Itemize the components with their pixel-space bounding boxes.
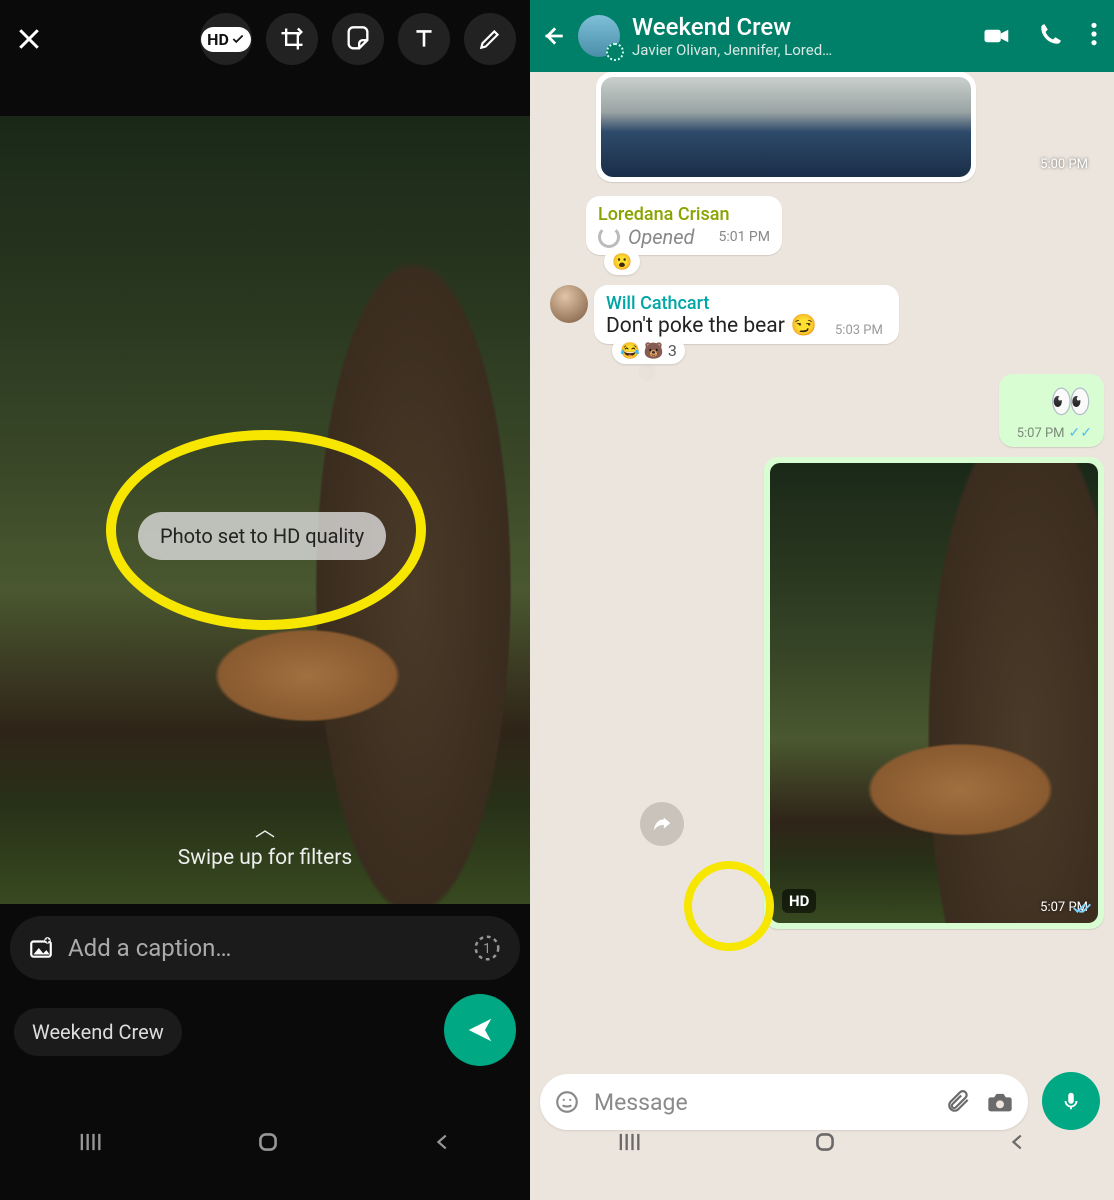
photo-editor-pane: HD Photo set to HD quality ︿ Swipe up fo… — [0, 0, 530, 1200]
system-nav-bar-left — [0, 1084, 530, 1200]
recipient-chip[interactable]: Weekend Crew — [14, 1008, 182, 1056]
home-nav-icon[interactable] — [812, 1129, 838, 1155]
chevron-up-icon: ︿ — [0, 813, 530, 842]
incoming-image-message[interactable]: 5:00 PM — [596, 72, 976, 182]
recents-nav-icon[interactable] — [76, 1128, 104, 1156]
editor-toolbar: HD — [0, 0, 530, 78]
message-time: 5:00 PM — [1040, 157, 1088, 172]
bear-photo-image — [770, 463, 1098, 923]
sender-avatar[interactable] — [550, 285, 588, 323]
text-button[interactable] — [398, 13, 450, 65]
sender-name: Loredana Crisan — [598, 204, 770, 225]
chat-body[interactable]: 5:00 PM Loredana Crisan Opened 5:01 PM 😮… — [530, 72, 1114, 1072]
back-nav-icon[interactable] — [432, 1131, 454, 1153]
recents-nav-icon[interactable] — [615, 1128, 643, 1156]
hd-label: HD — [207, 30, 229, 49]
chat-title: Weekend Crew — [632, 13, 970, 41]
draw-button[interactable] — [464, 13, 516, 65]
reaction-badge[interactable]: 😂 🐻 3 — [612, 337, 685, 364]
chat-title-block[interactable]: Weekend Crew Javier Olivan, Jennifer, Lo… — [632, 13, 970, 59]
opened-status: Opened — [628, 225, 694, 249]
view-once-icon[interactable]: 1 — [472, 933, 502, 963]
message-text: Don't poke the bear — [606, 314, 785, 338]
chat-pane: Weekend Crew Javier Olivan, Jennifer, Lo… — [530, 0, 1114, 1200]
home-nav-icon[interactable] — [255, 1129, 281, 1155]
hd-quality-toast: Photo set to HD quality — [138, 512, 386, 560]
view-once-icon — [598, 226, 620, 248]
send-button[interactable] — [444, 994, 516, 1066]
view-once-opened-message[interactable]: Loredana Crisan Opened 5:01 PM 😮 — [586, 196, 782, 255]
sender-name: Will Cathcart — [606, 293, 883, 314]
chat-subtitle: Javier Olivan, Jennifer, Lored… — [632, 41, 970, 59]
read-ticks-icon: ✓✓ — [1069, 425, 1092, 441]
group-avatar[interactable] — [578, 15, 620, 57]
message-time: 5:03 PM — [835, 323, 883, 338]
outgoing-image-message[interactable]: HD 5:07 PM — [764, 457, 1104, 929]
eyes-emoji: 👀 — [1050, 382, 1092, 422]
chat-header: Weekend Crew Javier Olivan, Jennifer, Lo… — [530, 0, 1114, 72]
add-photo-icon — [28, 935, 54, 961]
close-button[interactable] — [14, 24, 44, 54]
voice-call-button[interactable] — [1038, 21, 1064, 51]
caption-input[interactable]: Add a caption… 1 — [10, 916, 520, 980]
status-ring-icon — [606, 43, 624, 61]
swipe-up-hint[interactable]: ︿ Swipe up for filters — [0, 813, 530, 870]
outgoing-emoji-message[interactable]: 👀 5:07 PM ✓✓ — [999, 374, 1104, 447]
more-menu-button[interactable] — [1090, 21, 1098, 51]
back-nav-icon[interactable] — [1007, 1131, 1029, 1153]
text-message[interactable]: Will Cathcart Don't poke the bear 😏 5:03… — [594, 285, 899, 344]
message-time: 5:07 PM — [1017, 426, 1065, 441]
forward-button[interactable] — [640, 802, 684, 846]
hd-quality-button[interactable]: HD — [200, 13, 252, 65]
sticker-button[interactable] — [332, 13, 384, 65]
caption-placeholder: Add a caption… — [68, 934, 231, 962]
ocean-image — [601, 77, 971, 177]
svg-text:1: 1 — [483, 941, 491, 957]
hd-badge: HD — [782, 889, 816, 913]
crop-rotate-button[interactable] — [266, 13, 318, 65]
swipe-hint-label: Swipe up for filters — [178, 846, 352, 870]
annotation-highlight-circle — [684, 861, 774, 951]
message-emoji: 😏 — [791, 314, 817, 338]
reaction-badge[interactable]: 😮 — [604, 248, 640, 275]
video-call-button[interactable] — [982, 21, 1012, 51]
message-time: 5:01 PM — [718, 229, 770, 245]
back-button[interactable] — [540, 23, 566, 49]
system-nav-bar-right — [530, 1084, 1114, 1200]
